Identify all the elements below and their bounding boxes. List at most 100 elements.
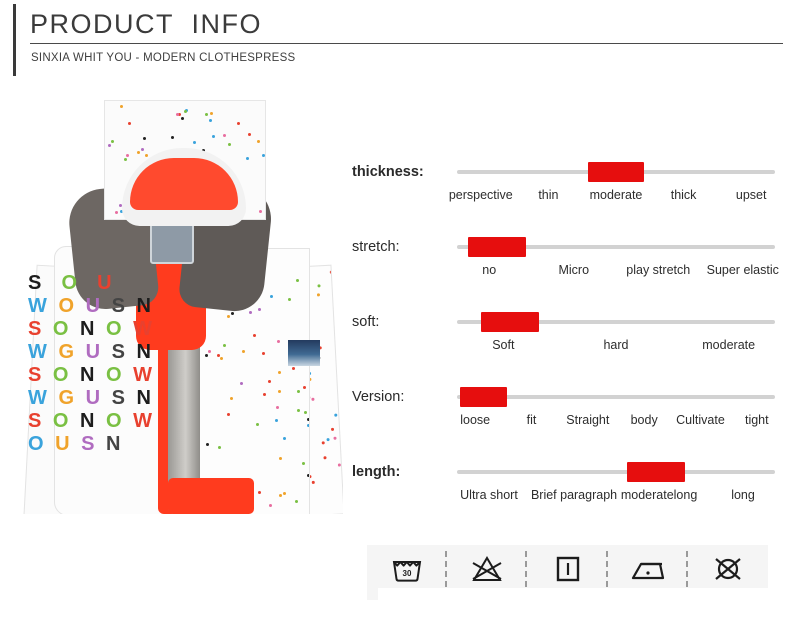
jacket-dot — [209, 118, 213, 122]
hang-tag-image — [288, 340, 320, 366]
jacket-dot — [230, 397, 234, 401]
header-accent-bar — [13, 4, 16, 76]
spec-option[interactable]: Micro — [532, 263, 617, 277]
spec-option[interactable]: hard — [560, 338, 673, 352]
jacket-dot — [296, 278, 300, 282]
jacket-dot — [227, 314, 231, 318]
spec-option[interactable]: moderate — [582, 188, 650, 202]
care-symbol-drip-dry — [527, 545, 608, 593]
jacket-dot — [145, 153, 149, 157]
spec-slider-track[interactable] — [457, 470, 775, 474]
jacket-dot — [317, 284, 321, 288]
spec-row-thickness: thickness: perspective thin moderate thick up… — [352, 150, 792, 225]
letter-print-line: S O U — [28, 272, 115, 294]
letter-print-line: W G U S N — [28, 341, 154, 363]
spec-option-labels: loose fit Straight body Cultivate tight — [447, 413, 785, 427]
jacket-dot — [326, 437, 330, 441]
spec-option[interactable]: moderatelong — [617, 488, 701, 502]
jacket-dot — [256, 140, 260, 144]
jacket-dot — [292, 367, 296, 371]
spec-option[interactable]: Soft — [447, 338, 560, 352]
jacket-dot — [278, 456, 282, 460]
spec-option[interactable]: fit — [503, 413, 559, 427]
drip-dry-icon — [556, 556, 579, 582]
jacket-dot — [307, 474, 309, 478]
jacket-dot — [220, 356, 224, 360]
jacket-dot — [259, 209, 263, 213]
letter-print-line: S O N O W — [28, 410, 156, 432]
jacket-dot — [297, 389, 300, 393]
jacket-dot — [257, 491, 261, 495]
spec-slider-knob[interactable] — [460, 387, 507, 407]
spec-option[interactable]: Ultra short — [447, 488, 531, 502]
spec-option[interactable]: body — [616, 413, 672, 427]
care-symbol-iron-low — [608, 545, 688, 593]
jacket-dot — [303, 386, 307, 390]
jacket-dot — [222, 133, 226, 137]
jacket-dot — [217, 353, 221, 357]
jacket-dot — [306, 418, 309, 422]
jacket-dot — [228, 143, 232, 147]
jacket-dot — [262, 393, 266, 397]
jacket-dot — [205, 353, 209, 357]
spec-row-version: Version: loose fit Straight body Cultivate tig… — [352, 375, 792, 450]
care-symbol-do-not-bleach — [447, 545, 528, 593]
jacket-dot — [277, 339, 281, 343]
jacket-dot — [183, 110, 187, 114]
iron-low-icon — [631, 562, 664, 580]
jacket-dot — [119, 105, 123, 109]
spec-option[interactable]: tight — [729, 413, 785, 427]
jacket-dot — [277, 389, 281, 393]
jacket-dot — [338, 463, 342, 467]
spec-option[interactable]: moderate — [672, 338, 785, 352]
spec-slider-knob[interactable] — [588, 162, 644, 182]
spec-option-labels: perspective thin moderate thick upset — [447, 188, 785, 202]
spec-option[interactable]: Cultivate — [672, 413, 728, 427]
spec-slider-knob[interactable] — [626, 462, 685, 482]
jacket-dot — [140, 148, 144, 152]
spec-option[interactable]: thin — [515, 188, 583, 202]
jacket-dot — [227, 412, 231, 416]
spec-option[interactable]: no — [447, 263, 532, 277]
jacket-dot — [124, 157, 128, 161]
spec-option[interactable]: Brief paragraph — [531, 488, 617, 502]
spec-option[interactable]: perspective — [447, 188, 515, 202]
spec-label: stretch: — [352, 239, 400, 255]
spec-option[interactable]: Super elastic — [701, 263, 786, 277]
do-not-dry-clean-icon — [715, 558, 741, 580]
jacket-dot — [110, 140, 114, 144]
jacket-dot — [283, 437, 287, 441]
spec-label: thickness: — [352, 164, 424, 180]
letter-print-line: S O N O W — [28, 364, 156, 386]
spec-option[interactable]: loose — [447, 413, 503, 427]
spec-option[interactable]: long — [701, 488, 785, 502]
jacket-dot — [210, 111, 214, 115]
spec-option-labels: Ultra short Brief paragraph moderatelong lo… — [447, 488, 785, 502]
jacket-dot — [297, 408, 301, 412]
jacket-dot — [279, 494, 283, 498]
spec-option[interactable]: play stretch — [616, 263, 701, 277]
jacket-dot — [114, 210, 118, 214]
spec-slider-knob[interactable] — [467, 237, 526, 257]
care-symbol-do-not-dry-clean — [688, 545, 768, 593]
spec-option[interactable]: upset — [717, 188, 785, 202]
spec-option[interactable]: thick — [650, 188, 718, 202]
jacket-dot — [303, 411, 307, 415]
spec-slider-knob[interactable] — [481, 312, 539, 332]
jacket-dot — [268, 380, 272, 384]
jacket-dot — [192, 140, 196, 144]
jacket-dot — [311, 398, 315, 402]
jacket-letter-print: S O UW O U S NS O N O WW G U S NS O N O … — [28, 272, 174, 514]
jacket-dot — [180, 117, 184, 121]
jacket-dot — [204, 112, 208, 116]
jacket-dot — [261, 154, 265, 158]
spec-option[interactable]: Straight — [560, 413, 616, 427]
jacket-dot — [294, 500, 298, 504]
jacket-dot — [223, 343, 227, 347]
jacket-dot — [312, 480, 316, 485]
jacket-dot — [242, 350, 246, 354]
page-subtitle: SINXIA WHIT YOU - MODERN CLOTHESPRESS — [31, 52, 296, 64]
jacket-dot — [237, 122, 241, 126]
spec-option-labels: Soft hard moderate — [447, 338, 785, 352]
jacket-dot — [108, 144, 112, 148]
